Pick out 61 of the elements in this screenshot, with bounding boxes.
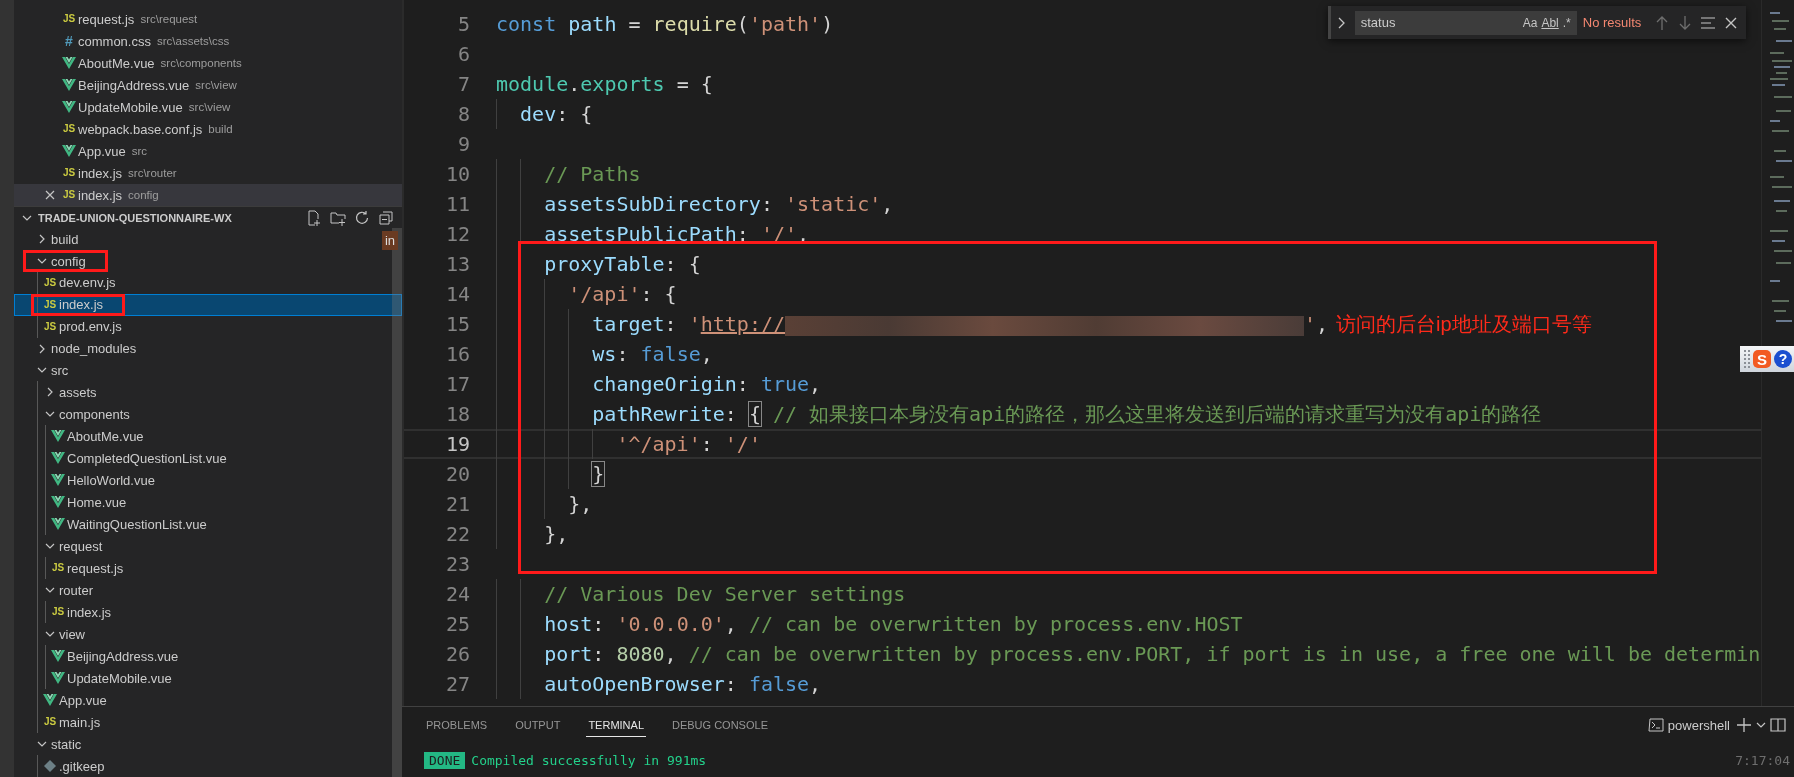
line-number: 9 [456,132,470,156]
line-number: 20 [444,462,470,486]
line-number: 7 [456,72,470,96]
line-number: 11 [444,192,470,216]
line-number: 21 [444,492,470,516]
code-line: ', [1304,312,1329,336]
find-result-text: No results [1582,15,1642,30]
line-number: 10 [444,162,470,186]
code-line: // Various Dev Server settings [544,582,906,606]
file-type-icon: JS [43,278,57,288]
code-line: pathRewrite: { // 如果接口本身没有api的路径，那么这里将发送到后端的请求重写为没有api的路径 [592,400,1542,428]
code-line: port: 8080, // can be overwritten by process.env.PORT, if port is in use, a free one will be determin [544,642,1761,666]
file-type-icon: JS [62,168,76,178]
file-type-icon: JS [43,300,57,310]
code-line: dev: { [520,102,593,126]
file-type-icon: JS [51,607,65,618]
code-line: '^/api': '/' [616,432,761,456]
line-number: 27 [444,672,470,696]
line-number: 15 [444,312,470,336]
line-number: 26 [444,642,470,666]
file-type-icon: JS [62,190,76,200]
file-type-icon: JS [62,14,76,24]
annotation-note: 访问的后台ip地址及端口号等 [1336,311,1592,337]
code-line: '/api': { [568,282,677,306]
line-number: 5 [456,12,470,36]
line-number: 16 [444,342,470,366]
filter-tooltip: in [381,231,398,250]
line-number: 25 [444,612,470,636]
line-number: 19 [444,432,470,456]
line-number: 23 [444,552,470,576]
code-line: autoOpenBrowser: false, [544,672,822,696]
code-line: proxyTable: { [544,252,701,276]
code-line: }, [544,522,569,546]
code-line: changeOrigin: true, [592,372,822,396]
line-number: 24 [444,582,470,606]
line-number: 13 [444,252,470,276]
file-type-icon: JS [43,717,57,728]
line-number: 17 [444,372,470,396]
code-line: host: '0.0.0.0', // can be overwritten by process.env.HOST [544,612,1243,636]
code-line: const path = require('path') [496,12,834,36]
code-line: }, [568,492,593,516]
code-line: module.exports = { [496,72,713,96]
code-line: assetsSubDirectory: 'static', [544,192,894,216]
status-badge: DONE [424,751,466,769]
file-type-icon: JS [62,124,76,134]
line-number: 14 [444,282,470,306]
file-type-icon: # [65,34,73,48]
file-type-icon: JS [43,322,57,332]
timestamp: 7:17:04 [1735,752,1790,768]
line-number: 22 [444,522,470,546]
terminal-output: Compiled successfully in 991ms [471,752,708,768]
file-type-icon: JS [51,563,65,574]
line-number: 18 [444,402,470,426]
code-line: target: 'http:// [592,312,785,336]
code-line: // Paths [544,162,641,186]
line-number: 6 [456,42,470,66]
code-line: ws: false, [592,342,713,366]
line-number: 12 [444,222,470,246]
code-line: } [592,462,605,486]
line-number: 8 [456,102,470,126]
explorer-title: TRADE-UNION-QUESTIONNAIRE-WX [38,211,233,224]
